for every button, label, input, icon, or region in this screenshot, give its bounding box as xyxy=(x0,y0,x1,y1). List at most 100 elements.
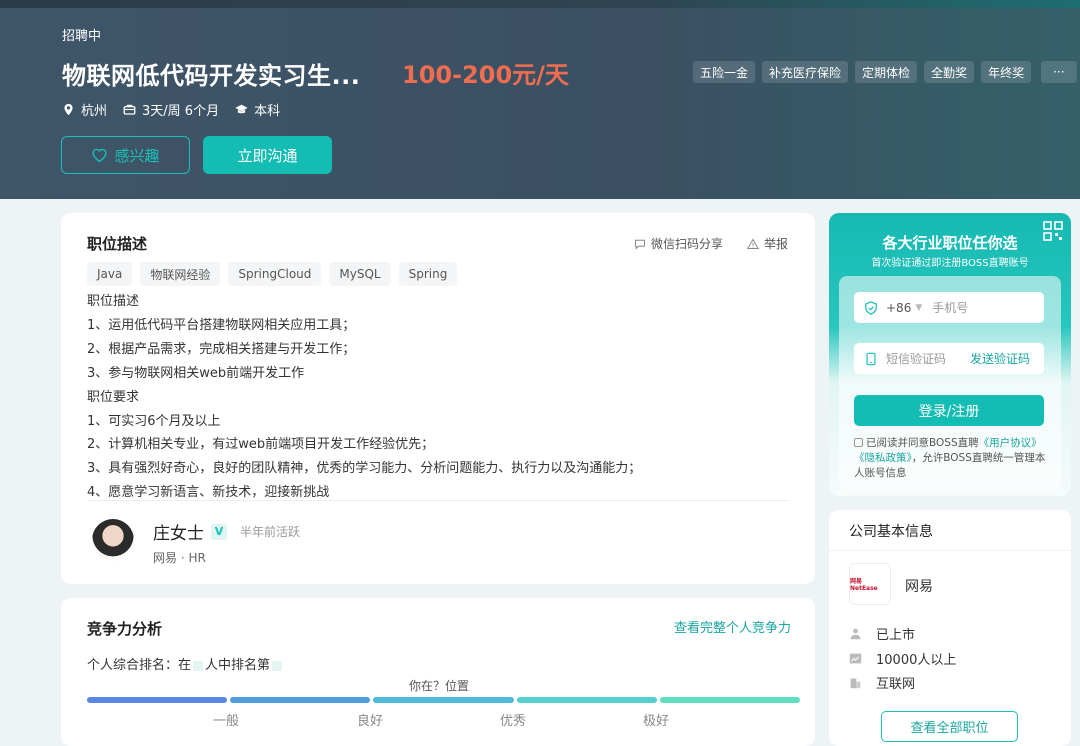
more-benefits-button[interactable]: ··· xyxy=(1041,61,1077,83)
description-title: 职位描述 xyxy=(87,235,148,253)
interested-button[interactable]: 感兴趣 xyxy=(61,136,190,174)
competition-card: 竞争力分析 查看完整个人竞争力 个人综合排名：在 人中排名第 你在？位置 一般 良… xyxy=(61,598,815,746)
view-all-jobs-button[interactable]: 查看全部职位 xyxy=(881,711,1018,742)
chat-now-button[interactable]: 立即沟通 xyxy=(203,136,332,174)
briefcase-icon xyxy=(123,104,136,115)
bar-segment xyxy=(87,697,228,703)
company-stage-row: 已上市 xyxy=(849,624,915,643)
phone-icon xyxy=(866,352,876,365)
company-industry-row: 互联网 xyxy=(849,673,915,692)
phone-field[interactable]: +86 ▼ 手机号 xyxy=(854,292,1044,323)
country-code[interactable]: +86 xyxy=(886,301,911,315)
benefit-tag: 年终奖 xyxy=(981,61,1032,83)
hr-active-time: 半年前活跃 xyxy=(240,525,301,539)
company-stage: 已上市 xyxy=(876,628,916,643)
rank-total-placeholder xyxy=(193,660,204,671)
report-label: 举报 xyxy=(764,237,789,251)
divider xyxy=(87,500,790,501)
company-name[interactable]: 网易 xyxy=(905,576,933,596)
send-code-button[interactable]: 发送验证码 xyxy=(970,350,1030,367)
level-label: 优秀 xyxy=(500,714,527,729)
skill-tag: Spring xyxy=(398,262,458,286)
hr-info: 庄女士 V 半年前活跃 xyxy=(153,519,300,544)
company-info-card: 公司基本信息 网易 NetEase 网易 已上市 10000人以上 互联网 查看… xyxy=(829,510,1071,746)
position-label: 你在？位置 xyxy=(409,679,470,693)
chart-icon xyxy=(849,653,862,664)
full-competition-link[interactable]: 查看完整个人竞争力 xyxy=(674,617,791,636)
benefit-tag: 定期体检 xyxy=(855,61,918,83)
level-label: 一般 xyxy=(213,714,240,729)
agreement-text: 已阅读并同意BOSS直聘《用户协议》《隐私政策》，允许BOSS直聘统一管理本人账… xyxy=(854,436,1046,481)
description-line: 4、愿意学习新语言、新技术，迎接新挑战 xyxy=(87,485,330,501)
sms-code-field[interactable]: 短信验证码 发送验证码 xyxy=(854,343,1044,374)
company-industry: 互联网 xyxy=(876,677,916,692)
skill-tag: SpringCloud xyxy=(228,262,322,286)
description-text: 职位描述 1、运用低代码平台搭建物联网相关应用工具； 2、根据产品需求，完成相关… xyxy=(87,290,641,505)
degree: 本科 xyxy=(235,100,280,119)
rank-text: 个人综合排名：在 人中排名第 xyxy=(87,654,284,673)
hr-avatar[interactable] xyxy=(92,519,134,561)
building-icon xyxy=(850,678,861,689)
company-size: 10000人以上 xyxy=(876,653,957,668)
description-line: 1、可实习6个月及以上 xyxy=(87,413,221,429)
company-logo[interactable]: 网易 NetEase xyxy=(849,563,891,605)
code-placeholder: 短信验证码 xyxy=(886,352,947,366)
chat-bubble-icon xyxy=(635,239,645,250)
description-line: 3、参与物联网相关web前端开发工作 xyxy=(87,365,305,381)
schedule: 3天/周 6个月 xyxy=(123,100,219,119)
competition-levels: 一般 良好 优秀 极好 xyxy=(87,710,800,729)
level-label: 极好 xyxy=(643,714,670,729)
level-label: 良好 xyxy=(357,714,384,729)
rank-middle: 人中排名第 xyxy=(205,658,271,673)
shield-icon xyxy=(865,300,877,315)
benefit-tag: 五险一金 xyxy=(693,61,756,83)
job-header: 招聘中 物联网低代码开发实习生... 100-200元/天 杭州 3天/周 6个… xyxy=(0,0,1080,199)
header-top-strip xyxy=(0,0,1080,8)
location-pin-icon xyxy=(64,103,73,116)
competition-bar xyxy=(87,697,801,703)
bar-segment xyxy=(516,697,657,703)
description-line: 1、运用低代码平台搭建物联网相关应用工具； xyxy=(87,317,356,333)
hr-name: 庄女士 xyxy=(153,524,204,544)
heart-icon xyxy=(92,148,108,163)
graduation-cap-icon xyxy=(235,104,248,114)
bar-segment xyxy=(659,697,801,703)
description-line: 3、具有强烈好奇心，良好的团队精神，优秀的学习能力、分析问题能力、执行力以及沟通… xyxy=(87,461,642,477)
degree-label: 本科 xyxy=(254,104,281,119)
skill-tag: MySQL xyxy=(329,262,391,286)
agree-prefix: 已阅读并同意BOSS直聘 xyxy=(866,437,979,449)
phone-placeholder: 手机号 xyxy=(932,301,969,315)
benefit-tags: 五险一金 补充医疗保险 定期体检 全勤奖 年终奖 ··· xyxy=(693,61,1077,83)
description-line: 职位描述 xyxy=(87,294,140,309)
person-icon xyxy=(850,628,861,640)
competition-title: 竞争力分析 xyxy=(87,620,163,638)
schedule-label: 3天/周 6个月 xyxy=(142,104,220,119)
job-status: 招聘中 xyxy=(62,29,102,44)
skill-tag: 物联网经验 xyxy=(140,262,221,286)
user-agreement-link[interactable]: 《用户协议》 xyxy=(979,437,1042,449)
interested-label: 感兴趣 xyxy=(114,146,160,165)
hr-company-role: 网易 · HR xyxy=(153,551,206,565)
rank-prefix: 个人综合排名：在 xyxy=(87,658,192,673)
report-button[interactable]: 举报 xyxy=(747,235,788,252)
bar-segment xyxy=(373,697,514,703)
login-form: +86 ▼ 手机号 短信验证码 发送验证码 登录/注册 已阅读并同意BOSS直聘… xyxy=(839,276,1061,491)
chevron-down-icon: ▼ xyxy=(915,302,923,313)
skill-tags: Java 物联网经验 SpringCloud MySQL Spring xyxy=(87,262,458,286)
benefit-tag: 全勤奖 xyxy=(924,61,975,83)
benefit-tag: 补充医疗保险 xyxy=(762,61,849,83)
login-register-button[interactable]: 登录/注册 xyxy=(854,395,1044,426)
wechat-share-button[interactable]: 微信扫码分享 xyxy=(634,235,723,252)
description-line: 2、计算机相关专业，有过web前端项目开发工作经验优先； xyxy=(87,437,435,453)
company-info-title: 公司基本信息 xyxy=(849,524,933,540)
bar-segment xyxy=(230,697,371,703)
job-description-card: 职位描述 微信扫码分享 举报 Java 物联网经验 SpringCloud My… xyxy=(61,213,815,584)
login-card: 各大行业职位任你选 首次验证通过即注册BOSS直聘账号 +86 ▼ 手机号 短信… xyxy=(829,213,1071,496)
agree-checkbox[interactable] xyxy=(854,438,863,447)
job-title: 物联网低代码开发实习生... xyxy=(62,62,361,90)
warning-icon xyxy=(747,238,759,249)
privacy-policy-link[interactable]: 《隐私政策》 xyxy=(854,452,912,464)
login-heading: 各大行业职位任你选 xyxy=(882,234,1018,252)
share-label: 微信扫码分享 xyxy=(651,237,724,251)
description-line: 2、根据产品需求，完成相关搭建与开发工作； xyxy=(87,341,356,357)
